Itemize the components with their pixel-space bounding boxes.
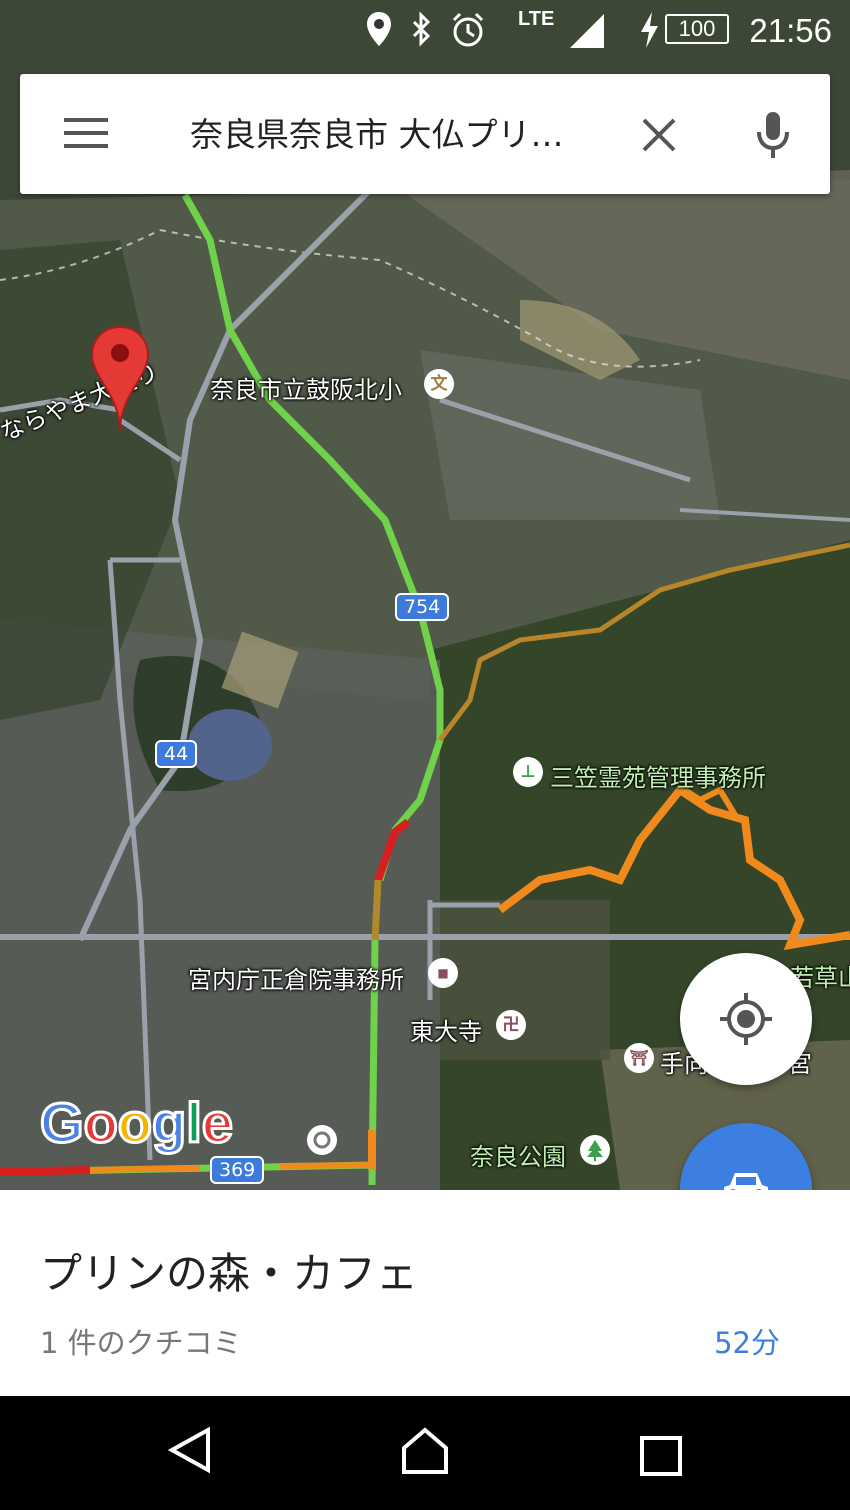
- battery-icon: 100: [665, 14, 729, 44]
- google-logo: Google: [39, 1090, 240, 1164]
- back-icon[interactable]: [167, 1426, 212, 1478]
- system-nav-bar: [0, 1396, 850, 1510]
- review-count[interactable]: 1 件のクチコミ: [40, 1320, 242, 1362]
- shosoin-label[interactable]: 宮内庁正倉院事務所: [188, 960, 404, 995]
- bluetooth-icon: [408, 10, 434, 55]
- cemetery-icon[interactable]: ⊥: [513, 757, 543, 787]
- nara-park-label[interactable]: 奈良公園: [470, 1137, 566, 1172]
- close-icon[interactable]: [640, 116, 678, 158]
- battery-level: 100: [678, 16, 716, 41]
- search-query[interactable]: 奈良県奈良市 大仏プリ…: [190, 108, 610, 156]
- place-title[interactable]: プリンの森・カフェ: [40, 1240, 418, 1301]
- microphone-icon[interactable]: [754, 110, 792, 164]
- tree-icon[interactable]: [580, 1135, 610, 1165]
- shrine-icon[interactable]: ⛩: [624, 1043, 654, 1073]
- route-44-shield: 44: [155, 740, 198, 768]
- place-info-sheet[interactable]: プリンの森・カフェ 1 件のクチコミ 52分: [0, 1190, 850, 1396]
- todaiji-label[interactable]: 東大寺: [410, 1012, 482, 1047]
- school-icon[interactable]: 文: [424, 369, 454, 399]
- signal-icon: [568, 10, 608, 55]
- cemetery-label[interactable]: 三笠霊苑管理事務所: [550, 758, 766, 793]
- recents-icon[interactable]: [640, 1436, 682, 1480]
- network-type: LTE: [518, 8, 555, 30]
- location-icon: [365, 10, 393, 55]
- svg-text:Google: Google: [40, 1091, 233, 1154]
- travel-duration[interactable]: 52分: [714, 1320, 780, 1362]
- status-bar: LTE 100 21:56: [0, 0, 850, 64]
- clock: 21:56: [749, 12, 832, 49]
- my-location-button[interactable]: [680, 953, 812, 1085]
- place-marker-icon[interactable]: [307, 1125, 337, 1155]
- shosoin-icon[interactable]: ■: [428, 958, 458, 988]
- search-box[interactable]: 奈良県奈良市 大仏プリ…: [20, 74, 830, 194]
- charging-icon: [638, 10, 660, 55]
- crosshair-icon: [718, 991, 774, 1051]
- home-icon[interactable]: [400, 1426, 450, 1480]
- todaiji-icon[interactable]: 卍: [496, 1010, 526, 1040]
- location-pin-icon[interactable]: [90, 325, 150, 441]
- route-754-shield: 754: [395, 593, 450, 621]
- menu-icon[interactable]: [62, 116, 110, 156]
- school-label[interactable]: 奈良市立鼓阪北小: [210, 370, 402, 405]
- alarm-icon: [450, 10, 486, 55]
